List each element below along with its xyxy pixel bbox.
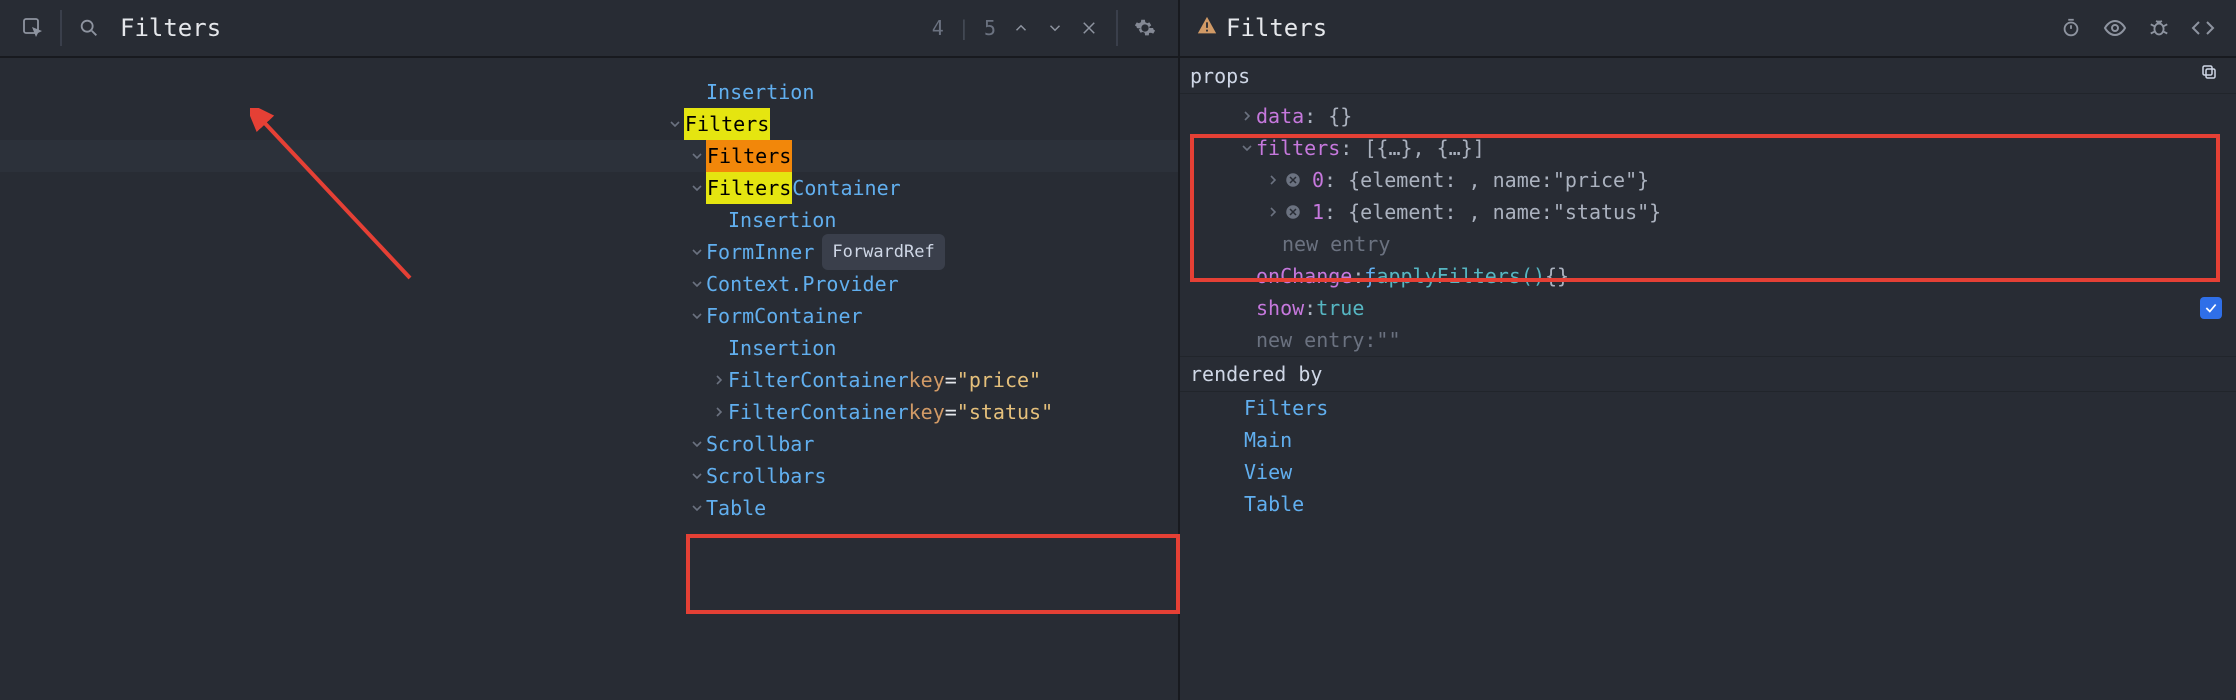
tree-token: Scrollbars [706,460,826,492]
delete-entry-icon[interactable] [1282,201,1304,223]
tree-row[interactable]: FilterContainer key="price" [0,364,1178,396]
next-match-icon[interactable] [1038,11,1072,45]
rendered-by-header: rendered by [1180,356,2236,392]
caret-down-icon[interactable] [688,278,706,290]
tree-token: Context.Provider [706,268,899,300]
caret-down-icon[interactable] [688,310,706,322]
left-toolbar: Filters 4 | 5 [0,0,1178,58]
annotation-box-left [686,534,1180,614]
tree-row[interactable]: Scrollbar [0,428,1178,460]
caret-down-icon[interactable] [688,438,706,450]
caret-right-icon[interactable] [710,374,728,386]
tree-row[interactable]: FormContainer [0,300,1178,332]
rendered-by-item[interactable]: View [1180,456,2236,488]
caret-right-icon[interactable] [1264,206,1282,218]
tree-row[interactable]: Insertion [0,76,1178,108]
caret-down-icon[interactable] [688,470,706,482]
settings-icon[interactable] [1128,11,1162,45]
view-source-icon[interactable] [2186,11,2220,45]
delete-entry-icon[interactable] [1282,169,1304,191]
tree-token: ForwardRef [822,234,944,270]
caret-right-icon[interactable] [1264,174,1282,186]
tree-token: key [909,396,945,428]
rendered-by-item[interactable]: Table [1180,488,2236,520]
separator [1116,10,1118,46]
search-input[interactable]: Filters [120,14,221,42]
tree-row[interactable]: Scrollbars [0,460,1178,492]
tree-row[interactable]: FiltersContainer [0,172,1178,204]
tree-token: FormContainer [706,300,863,332]
element-picker-icon[interactable] [16,11,50,45]
tree-token: Insertion [728,332,836,364]
separator [60,10,62,46]
rendered-by-list: FiltersMainViewTable [1180,392,2236,520]
tree-row[interactable]: Context.Provider [0,268,1178,300]
prop-row[interactable]: new entry [1180,228,2236,260]
tree-token: key [909,364,945,396]
caret-right-icon[interactable] [710,406,728,418]
suspend-icon[interactable] [2054,11,2088,45]
warning-icon [1196,15,1218,42]
caret-down-icon[interactable] [688,182,706,194]
debug-icon[interactable] [2142,11,2176,45]
props-header: props [1180,58,2236,94]
prop-row[interactable]: 0: {element: , name: "price"} [1180,164,2236,196]
props-panel[interactable]: data: {}filters: [{…}, {…}]0: {element: … [1180,94,2236,356]
selected-component-title: Filters [1226,14,1327,42]
search-match-count: 4 | 5 [932,16,996,40]
prop-row[interactable]: 1: {element: , name: "status"} [1180,196,2236,228]
tree-row[interactable]: Table [0,492,1178,524]
tree-token: FormInner [706,236,814,268]
tree-row[interactable]: Insertion [0,332,1178,364]
tree-token: Table [706,492,766,524]
caret-down-icon[interactable] [688,502,706,514]
right-toolbar: Filters [1180,0,2236,58]
prop-row[interactable]: filters: [{…}, {…}] [1180,132,2236,164]
prop-row[interactable]: onChange: ƒ applyFilters() {} [1180,260,2236,292]
inspect-dom-icon[interactable] [2098,11,2132,45]
caret-right-icon[interactable] [1238,110,1256,122]
tree-row[interactable]: FormInnerForwardRef [0,236,1178,268]
props-label: props [1190,64,1250,88]
prop-row[interactable]: data: {} [1180,100,2236,132]
caret-down-icon[interactable] [666,118,684,130]
prop-row[interactable]: new entry: "" [1180,324,2236,356]
tree-token: Filters [706,172,792,204]
tree-token: Insertion [728,204,836,236]
tree-token: Scrollbar [706,428,814,460]
tree-token: FilterContainer [728,364,909,396]
tree-row[interactable]: FilterContainer key="status" [0,396,1178,428]
tree-row[interactable]: Insertion [0,204,1178,236]
copy-props-icon[interactable] [2200,63,2226,89]
caret-down-icon[interactable] [688,150,706,162]
clear-search-icon[interactable] [1072,11,1106,45]
rendered-by-item[interactable]: Filters [1180,392,2236,424]
tree-token: = [945,396,957,428]
tree-token: FilterContainer [728,396,909,428]
boolean-checkbox[interactable] [2200,297,2222,319]
caret-down-icon[interactable] [688,246,706,258]
tree-token: "status" [957,396,1053,428]
caret-down-icon[interactable] [1238,142,1256,154]
tree-token: Container [792,172,900,204]
new-entry[interactable]: new entry [1282,232,1390,256]
rendered-by-label: rendered by [1190,362,1322,386]
tree-token: = [945,364,957,396]
tree-token: Filters [706,140,792,172]
tree-token: Filters [684,108,770,140]
tree-token: Insertion [706,76,814,108]
prev-match-icon[interactable] [1004,11,1038,45]
tree-row[interactable]: Filters [0,140,1178,172]
search-icon[interactable] [72,11,106,45]
prop-row[interactable]: show: true [1180,292,2236,324]
component-tree[interactable]: InsertionFiltersFiltersFiltersContainerI… [0,58,1178,700]
tree-row[interactable]: Filters [0,108,1178,140]
rendered-by-item[interactable]: Main [1180,424,2236,456]
tree-token: "price" [957,364,1041,396]
